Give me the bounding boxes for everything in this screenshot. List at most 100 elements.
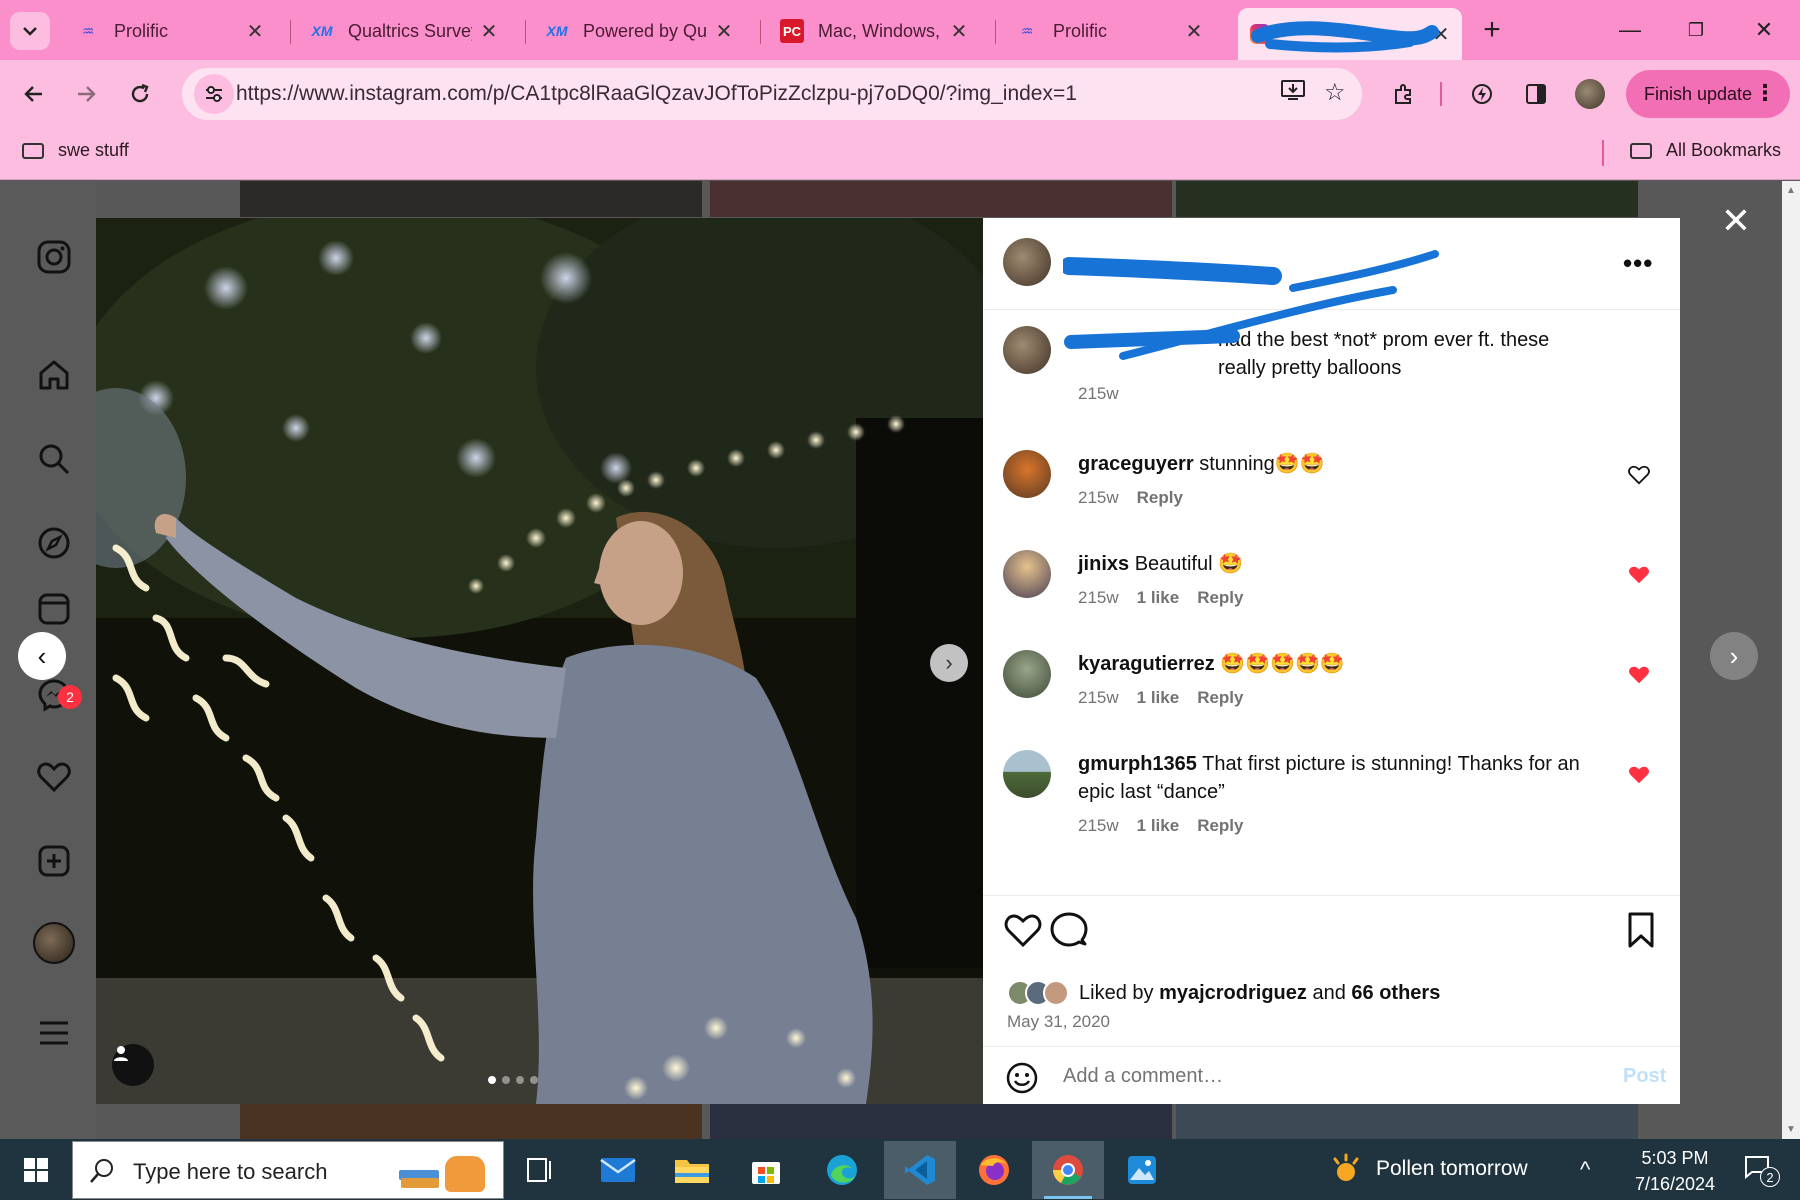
- reply-button[interactable]: Reply: [1137, 488, 1183, 508]
- explore-icon[interactable]: [32, 521, 76, 565]
- site-info-icon[interactable]: [194, 74, 234, 114]
- comment-icon[interactable]: [1049, 910, 1089, 950]
- close-window-button[interactable]: ✕: [1734, 10, 1794, 50]
- firefox-icon[interactable]: [958, 1141, 1030, 1199]
- page-scrollbar[interactable]: ▲ ▼: [1782, 181, 1800, 1139]
- liker-username[interactable]: myajcrodriguez: [1159, 982, 1307, 1005]
- profile-avatar[interactable]: [32, 921, 76, 965]
- tab-search-dropdown[interactable]: [10, 12, 50, 50]
- like-count[interactable]: 1 like: [1137, 688, 1180, 708]
- photo-next-button[interactable]: ›: [930, 644, 968, 682]
- install-app-icon[interactable]: [1280, 78, 1306, 109]
- comment-username[interactable]: graceguyerr: [1078, 453, 1194, 475]
- comment-username[interactable]: jinixs: [1078, 553, 1129, 575]
- create-icon[interactable]: [32, 839, 76, 883]
- mail-icon[interactable]: [582, 1141, 654, 1199]
- restore-button[interactable]: ❐: [1666, 10, 1726, 50]
- microsoft-store-icon[interactable]: [730, 1141, 802, 1199]
- heart-icon[interactable]: [32, 755, 76, 799]
- comment-username[interactable]: gmurph1365: [1078, 753, 1197, 775]
- notification-center-icon[interactable]: 2: [1730, 1149, 1786, 1189]
- all-bookmarks-button[interactable]: All Bookmarks: [1630, 140, 1781, 161]
- heart-filled-icon[interactable]: [1628, 564, 1650, 586]
- bookmark-icon[interactable]: [1621, 910, 1661, 950]
- close-modal-button[interactable]: ✕: [1716, 200, 1756, 241]
- tab-prolific-2[interactable]: ♒ Prolific ✕: [1005, 10, 1215, 52]
- scroll-up-icon[interactable]: ▲: [1786, 185, 1796, 196]
- finish-update-button[interactable]: Finish update ⋮: [1626, 70, 1790, 118]
- commenter-avatar[interactable]: [1003, 750, 1051, 798]
- heart-filled-icon[interactable]: [1628, 764, 1650, 786]
- star-icon[interactable]: ☆: [1324, 78, 1346, 107]
- close-icon[interactable]: ✕: [713, 19, 735, 44]
- menu-icon[interactable]: [32, 1011, 76, 1055]
- tab-bar: ♒ Prolific ✕ XM Qualtrics Survey ✕ XM Po…: [0, 0, 1800, 60]
- address-bar[interactable]: https://www.instagram.com/p/CA1tpc8lRaaG…: [182, 68, 1362, 120]
- pollen-icon: [1333, 1153, 1359, 1181]
- more-options-icon[interactable]: •••: [1623, 248, 1653, 279]
- weather-widget[interactable]: Pollen tomorrow: [1330, 1153, 1528, 1185]
- heart-filled-icon[interactable]: [1628, 664, 1650, 686]
- edge-icon[interactable]: [806, 1141, 878, 1199]
- instagram-logo-icon[interactable]: [32, 235, 76, 279]
- bookmark-folder-swe-stuff[interactable]: swe stuff: [22, 140, 129, 161]
- search-icon[interactable]: [32, 437, 76, 481]
- previous-post-button[interactable]: ‹: [18, 632, 66, 680]
- side-panel-icon[interactable]: [1518, 76, 1554, 112]
- tab-powered-by-qualtrics[interactable]: XM Powered by Qua ✕: [535, 10, 745, 52]
- reply-button[interactable]: Reply: [1197, 688, 1243, 708]
- tab-qualtrics-survey[interactable]: XM Qualtrics Survey ✕: [300, 10, 510, 52]
- close-icon[interactable]: ✕: [948, 19, 970, 44]
- author-avatar[interactable]: [1003, 238, 1051, 286]
- file-explorer-icon[interactable]: [656, 1141, 728, 1199]
- close-icon[interactable]: ✕: [244, 19, 266, 44]
- profile-avatar[interactable]: [1572, 76, 1608, 112]
- like-icon[interactable]: [1003, 910, 1043, 950]
- reels-icon[interactable]: [32, 587, 76, 631]
- vscode-icon[interactable]: [884, 1141, 956, 1199]
- chrome-icon[interactable]: [1032, 1141, 1104, 1199]
- commenter-avatar[interactable]: [1003, 550, 1051, 598]
- forward-button[interactable]: [66, 74, 106, 114]
- system-clock[interactable]: 5:03 PM 7/16/2024: [1610, 1145, 1740, 1197]
- minimize-button[interactable]: —: [1600, 10, 1660, 50]
- heart-icon[interactable]: [1628, 464, 1650, 486]
- xm-icon: XM: [311, 23, 333, 39]
- home-icon[interactable]: [32, 353, 76, 397]
- reload-button[interactable]: [120, 74, 160, 114]
- task-view-icon[interactable]: [504, 1141, 576, 1199]
- commenter-avatar[interactable]: [1003, 450, 1051, 498]
- bookmarks-bar: swe stuff All Bookmarks: [0, 128, 1800, 180]
- close-icon[interactable]: ✕: [1183, 19, 1205, 44]
- close-icon[interactable]: ✕: [478, 19, 500, 44]
- new-tab-button[interactable]: +: [1472, 12, 1512, 48]
- tagged-users-button[interactable]: [112, 1044, 154, 1086]
- tray-chevron-up-icon[interactable]: ^: [1580, 1157, 1590, 1183]
- back-button[interactable]: [14, 74, 54, 114]
- performance-icon[interactable]: [1464, 76, 1500, 112]
- reply-button[interactable]: Reply: [1197, 816, 1243, 836]
- arrow-right-icon: [78, 86, 96, 102]
- taskbar-search[interactable]: Type here to search: [72, 1141, 504, 1199]
- post-comment-button[interactable]: Post: [1623, 1065, 1666, 1088]
- reply-button[interactable]: Reply: [1197, 588, 1243, 608]
- emoji-icon[interactable]: [1005, 1061, 1039, 1095]
- tab-pcmag[interactable]: PC Mac, Windows, ( ✕: [770, 10, 980, 52]
- messages-badge: 2: [58, 685, 82, 709]
- commenter-avatar[interactable]: [1003, 650, 1051, 698]
- next-post-button[interactable]: ›: [1710, 632, 1758, 680]
- extensions-icon[interactable]: [1386, 76, 1422, 112]
- scroll-down-icon[interactable]: ▼: [1786, 1124, 1796, 1135]
- like-count[interactable]: 1 like: [1137, 816, 1180, 836]
- more-vert-icon[interactable]: ⋮: [1754, 80, 1776, 106]
- comment-username[interactable]: kyaragutierrez: [1078, 653, 1215, 675]
- like-count[interactable]: 1 like: [1137, 588, 1180, 608]
- grid-tile: [1176, 1104, 1638, 1139]
- comment-input[interactable]: Add a comment…: [1063, 1065, 1223, 1088]
- photos-icon[interactable]: [1106, 1141, 1178, 1199]
- grid-tile: [710, 181, 1172, 217]
- tab-prolific-1[interactable]: ♒ Prolific ✕: [66, 10, 276, 52]
- others-likes-link[interactable]: 66 others: [1351, 982, 1440, 1005]
- author-avatar[interactable]: [1003, 326, 1051, 374]
- start-button[interactable]: [8, 1147, 64, 1193]
